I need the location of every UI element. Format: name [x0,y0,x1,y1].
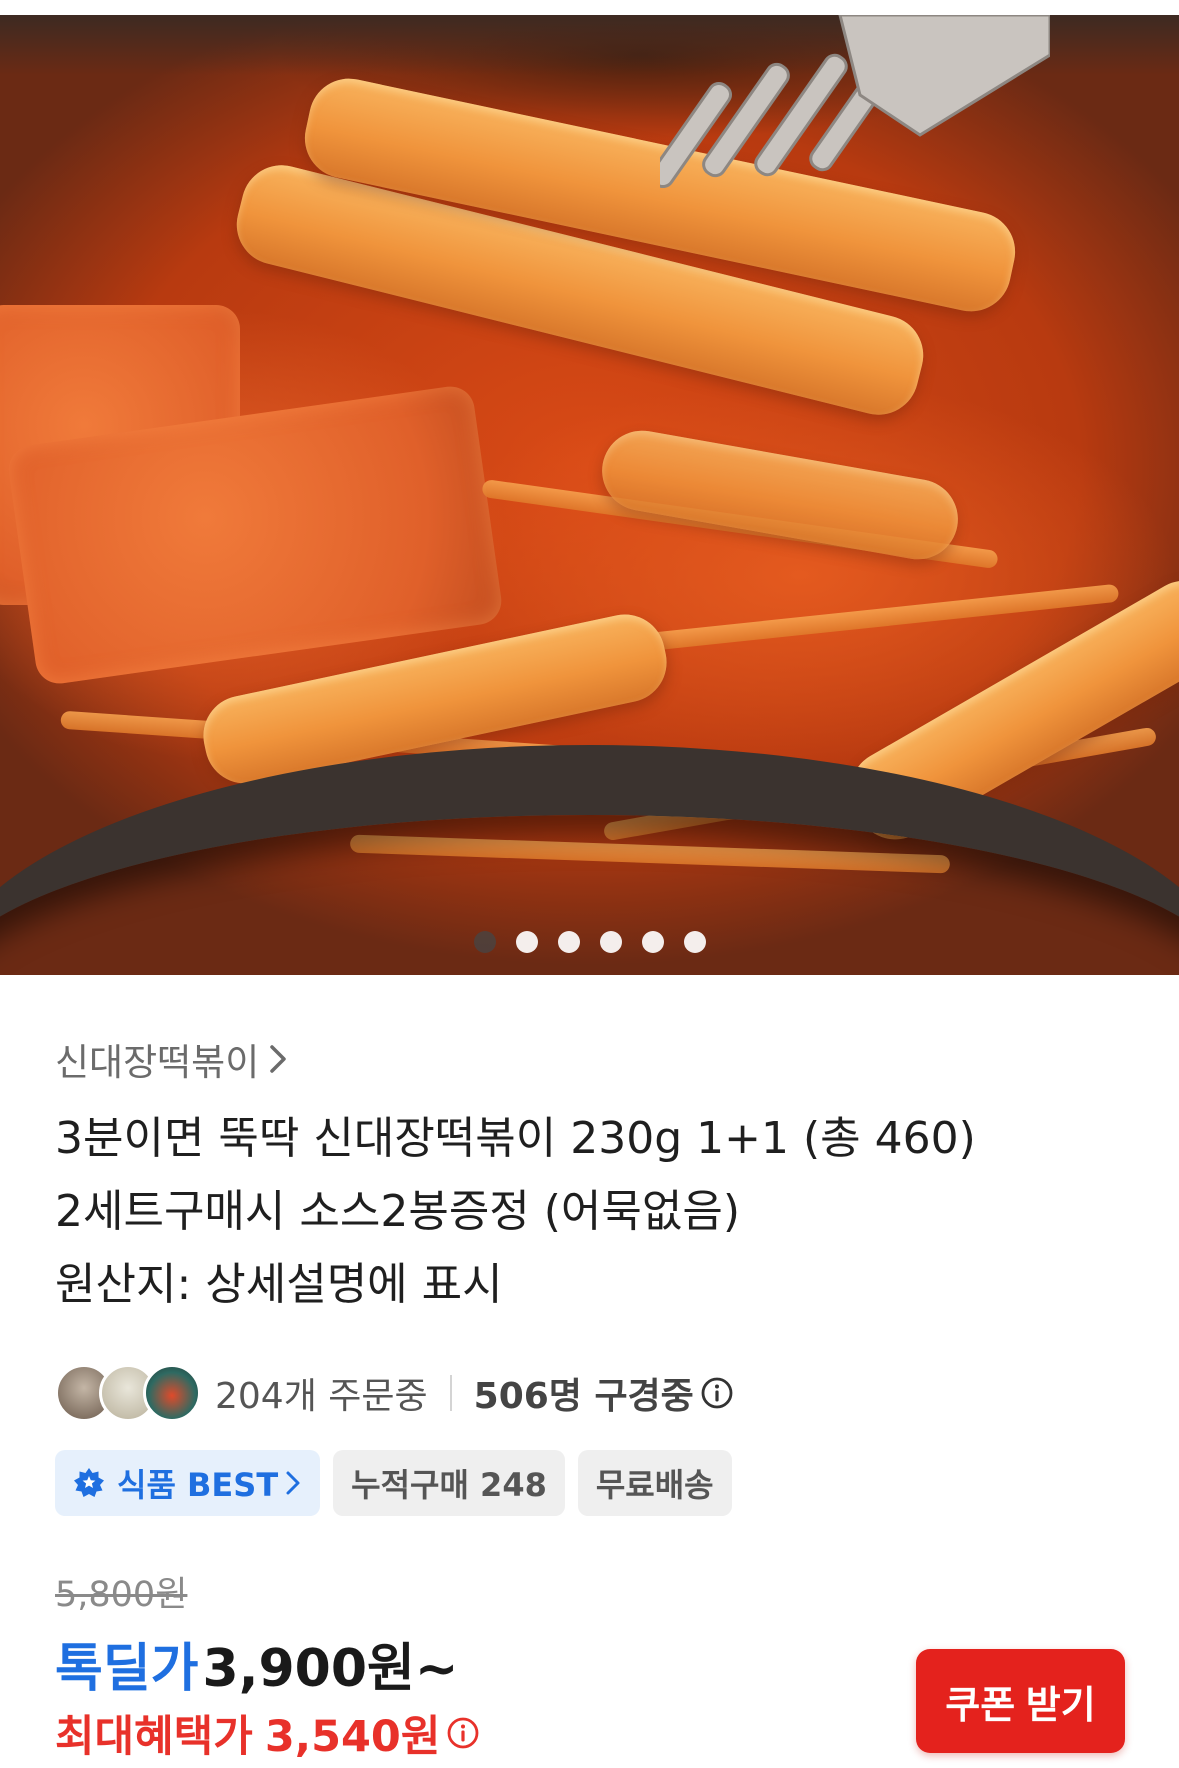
carousel-dot[interactable] [473,931,496,953]
title-line: 3분이면 뚝딱 신대장떡볶이 230g 1+1 (총 460) [55,1113,976,1164]
order-count: 204개 주문중 [215,1376,428,1417]
star-badge-icon [74,1468,104,1497]
store-name: 신대장떡볶이 [55,1041,260,1084]
chevron-right-icon [270,1045,286,1073]
badge-row: 식품 BEST 누적구매 248 무료배송 [55,1450,732,1516]
title-line: 2세트구매시 소스2봉증정 (어묵없음) [55,1186,741,1237]
carousel-dot[interactable] [557,931,580,953]
title-line: 원산지: 상세설명에 표시 [55,1259,503,1310]
carousel-indicator[interactable] [0,931,1179,953]
cumulative-purchase-label: 누적구매 248 [351,1466,547,1504]
max-benefit-row: 최대혜택가 3,540원 [55,1702,480,1764]
best-badge-label: 식품 BEST [117,1466,279,1504]
viewer-count: 506명 구경중 [473,1376,694,1417]
free-shipping-label: 무료배송 [595,1466,714,1504]
free-shipping-badge: 무료배송 [577,1450,732,1516]
deal-price-label: 톡딜가 [55,1639,199,1699]
store-link[interactable]: 신대장떡볶이 [55,1032,289,1086]
max-benefit-price: 3,540원 [264,1712,441,1762]
social-proof: 204개 주문중 506명 구경중 [55,1364,734,1422]
divider [449,1375,452,1411]
original-price: 5,800원 [55,1575,188,1615]
deal-price: 3,900원~ [202,1639,459,1699]
max-benefit-label: 최대혜택가 [55,1712,253,1762]
get-coupon-button[interactable]: 쿠폰 받기 [916,1649,1125,1753]
buyer-avatars [55,1364,201,1422]
deal-price-row: 톡딜가 3,900원~ [55,1626,458,1701]
avatar [143,1364,201,1422]
best-category-badge[interactable]: 식품 BEST [55,1450,321,1516]
rice-cake-graphic [595,424,965,566]
chevron-right-icon [286,1471,300,1495]
info-icon[interactable] [700,1376,734,1410]
product-title: 3분이면 뚝딱 신대장떡볶이 230g 1+1 (총 460) 2세트구매시 소… [55,1102,1135,1321]
product-image[interactable] [0,15,1179,975]
carousel-dot[interactable] [683,931,706,953]
carousel-dot[interactable] [641,931,664,953]
carousel-dot[interactable] [599,931,622,953]
cumulative-purchase-badge: 누적구매 248 [333,1450,565,1516]
fork-graphic [660,15,1050,189]
carousel-dot[interactable] [515,931,538,953]
info-icon[interactable] [446,1716,480,1750]
